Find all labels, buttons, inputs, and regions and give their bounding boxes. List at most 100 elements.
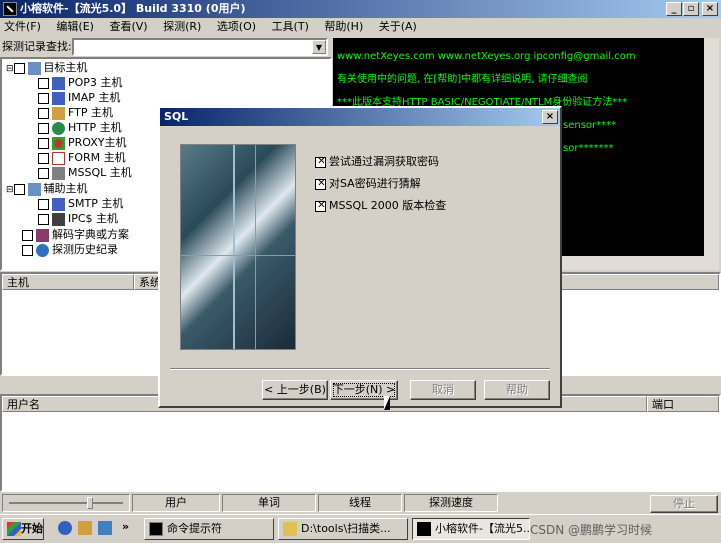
watermark: CSDN @鹏鹏学习时候 bbox=[530, 523, 653, 537]
tree-item-label: HTTP 主机 bbox=[68, 121, 122, 134]
menu-bar: 文件(F) 编辑(E) 查看(V) 探测(R) 选项(O) 工具(T) 帮助(H… bbox=[0, 18, 721, 36]
option-exploit[interactable]: 尝试通过漏洞获取密码 bbox=[315, 154, 439, 170]
column-header-host[interactable]: 主机 bbox=[2, 274, 134, 290]
menu-edit[interactable]: 编辑(E) bbox=[56, 20, 94, 33]
tree-dict-label: 解码字典或方案 bbox=[52, 228, 129, 241]
console-scrollbar[interactable] bbox=[704, 38, 719, 256]
tree-item-imap[interactable]: IMAP 主机 bbox=[38, 90, 120, 105]
dialog-close-button[interactable]: × bbox=[542, 110, 558, 124]
checkbox-checked[interactable] bbox=[315, 199, 327, 213]
console-icon bbox=[149, 522, 163, 536]
search-label: 探测记录查找: bbox=[2, 40, 72, 53]
sql-dialog: SQL × 尝试通过漏洞获取密码 对SA密码进行猜解 MSSQL 2000 版本… bbox=[158, 106, 562, 408]
mail-icon bbox=[52, 91, 65, 105]
start-label: 开始 bbox=[21, 522, 43, 535]
tree-item-ipc[interactable]: IPC$ 主机 bbox=[38, 211, 118, 226]
taskbar: 开始 » 命令提示符 D:\tools\扫描类... 小榕软件-【流光5....… bbox=[0, 514, 721, 543]
stop-button[interactable]: 停止 bbox=[650, 495, 718, 513]
tree-item-label: MSSQL 主机 bbox=[68, 166, 132, 179]
menu-help[interactable]: 帮助(H) bbox=[324, 20, 363, 33]
checkbox-checked[interactable] bbox=[315, 177, 327, 191]
search-combo[interactable]: ▼ bbox=[72, 38, 328, 56]
quicklaunch-more-icon[interactable]: » bbox=[122, 520, 129, 533]
tree-item-http[interactable]: HTTP 主机 bbox=[38, 120, 122, 135]
tree-item-pop3[interactable]: POP3 主机 bbox=[38, 75, 122, 90]
tree-item-smtp[interactable]: SMTP 主机 bbox=[38, 196, 123, 211]
server-icon bbox=[27, 182, 41, 196]
prev-button[interactable]: < 上一步(B) bbox=[262, 380, 328, 400]
app-icon[interactable] bbox=[3, 2, 17, 16]
task-explorer[interactable]: D:\tools\扫描类... bbox=[278, 518, 408, 540]
users-table: 用户名 端口 bbox=[0, 394, 721, 492]
dialog-title-bar: SQL × bbox=[160, 108, 560, 126]
menu-view[interactable]: 查看(V) bbox=[109, 20, 147, 33]
log-line: 有关使用中的问题, 在[帮助]中都有详细说明, 请仔细查阅 bbox=[337, 74, 588, 85]
tree-item-form[interactable]: FORM 主机 bbox=[38, 150, 126, 165]
form-icon bbox=[52, 151, 65, 165]
task-cmd[interactable]: 命令提示符 bbox=[144, 518, 274, 540]
app-icon bbox=[417, 522, 431, 536]
status-word: 单词 bbox=[222, 494, 316, 512]
menu-probe[interactable]: 探测(R) bbox=[163, 20, 201, 33]
option-version-check[interactable]: MSSQL 2000 版本检查 bbox=[315, 198, 446, 214]
tree-item-proxy[interactable]: PROXY主机 bbox=[38, 135, 127, 150]
app-title: 小榕软件-【流光5.0】 Build 3310 (0用户) bbox=[20, 2, 246, 15]
desktop-icon[interactable] bbox=[98, 521, 112, 535]
status-bar: 用户 单词 线程 探测速度 停止 bbox=[0, 494, 721, 514]
folder-icon bbox=[283, 522, 297, 536]
dialog-divider bbox=[170, 368, 550, 370]
minimize-button[interactable]: _ bbox=[666, 2, 682, 16]
tree-item-label: SMTP 主机 bbox=[68, 197, 124, 210]
log-line: www.netXeyes.com www.netXeyes.org ipconf… bbox=[337, 51, 636, 62]
database-icon bbox=[52, 166, 65, 180]
server-icon bbox=[27, 61, 41, 75]
dropdown-arrow-icon[interactable]: ▼ bbox=[312, 40, 326, 54]
option-label: 尝试通过漏洞获取密码 bbox=[329, 155, 439, 168]
tree-history-label: 探测历史纪录 bbox=[52, 243, 118, 256]
ie-icon[interactable] bbox=[58, 521, 72, 535]
windows-logo-icon bbox=[7, 522, 21, 536]
tree-history[interactable]: 探测历史纪录 bbox=[22, 242, 118, 257]
tree-item-label: IPC$ 主机 bbox=[68, 212, 119, 225]
tree-item-mssql[interactable]: MSSQL 主机 bbox=[38, 165, 132, 180]
tree-aux-label: 辅助主机 bbox=[43, 182, 88, 195]
task-label: 命令提示符 bbox=[167, 522, 222, 535]
tree-dict[interactable]: 解码字典或方案 bbox=[22, 227, 129, 242]
book-icon bbox=[36, 228, 49, 242]
status-thread: 线程 bbox=[318, 494, 402, 512]
tree-root-label: 目标主机 bbox=[43, 61, 88, 74]
slider-thumb[interactable] bbox=[87, 497, 93, 509]
tree-item-ftp[interactable]: FTP 主机 bbox=[38, 105, 113, 120]
start-button[interactable]: 开始 bbox=[2, 518, 44, 540]
cancel-button[interactable]: 取消 bbox=[410, 380, 476, 400]
tree-aux[interactable]: ⊟ 辅助主机 bbox=[6, 181, 88, 196]
tree-item-label: FORM 主机 bbox=[68, 151, 126, 164]
task-fluxay[interactable]: 小榕软件-【流光5.... bbox=[412, 518, 530, 540]
help-button[interactable]: 帮助 bbox=[484, 380, 550, 400]
app-title-bar: 小榕软件-【流光5.0】 Build 3310 (0用户) _ ▫ × bbox=[0, 0, 721, 18]
outlook-icon[interactable] bbox=[78, 521, 92, 535]
tree-item-label: PROXY主机 bbox=[68, 136, 127, 149]
option-sa-crack[interactable]: 对SA密码进行猜解 bbox=[315, 176, 421, 192]
tree-root[interactable]: ⊟ 目标主机 bbox=[6, 60, 88, 75]
globe-icon bbox=[52, 121, 65, 135]
menu-file[interactable]: 文件(F) bbox=[4, 20, 41, 33]
maximize-button[interactable]: ▫ bbox=[683, 2, 699, 16]
tree-item-label: IMAP 主机 bbox=[68, 91, 121, 104]
status-speed: 探测速度 bbox=[404, 494, 498, 512]
menu-about[interactable]: 关于(A) bbox=[379, 20, 417, 33]
wizard-image bbox=[180, 144, 296, 350]
computer-icon bbox=[52, 212, 65, 226]
task-label: D:\tools\扫描类... bbox=[301, 522, 391, 535]
mail-icon bbox=[52, 197, 65, 211]
close-button[interactable]: × bbox=[702, 2, 718, 16]
checkbox-checked[interactable] bbox=[315, 155, 327, 169]
speed-slider[interactable] bbox=[2, 494, 130, 512]
menu-options[interactable]: 选项(O) bbox=[217, 20, 256, 33]
dialog-title: SQL bbox=[164, 110, 189, 123]
column-header-port[interactable]: 端口 bbox=[647, 396, 719, 412]
tree-item-label: FTP 主机 bbox=[68, 106, 113, 119]
status-user: 用户 bbox=[132, 494, 220, 512]
menu-tools[interactable]: 工具(T) bbox=[272, 20, 309, 33]
tree-item-label: POP3 主机 bbox=[68, 76, 123, 89]
